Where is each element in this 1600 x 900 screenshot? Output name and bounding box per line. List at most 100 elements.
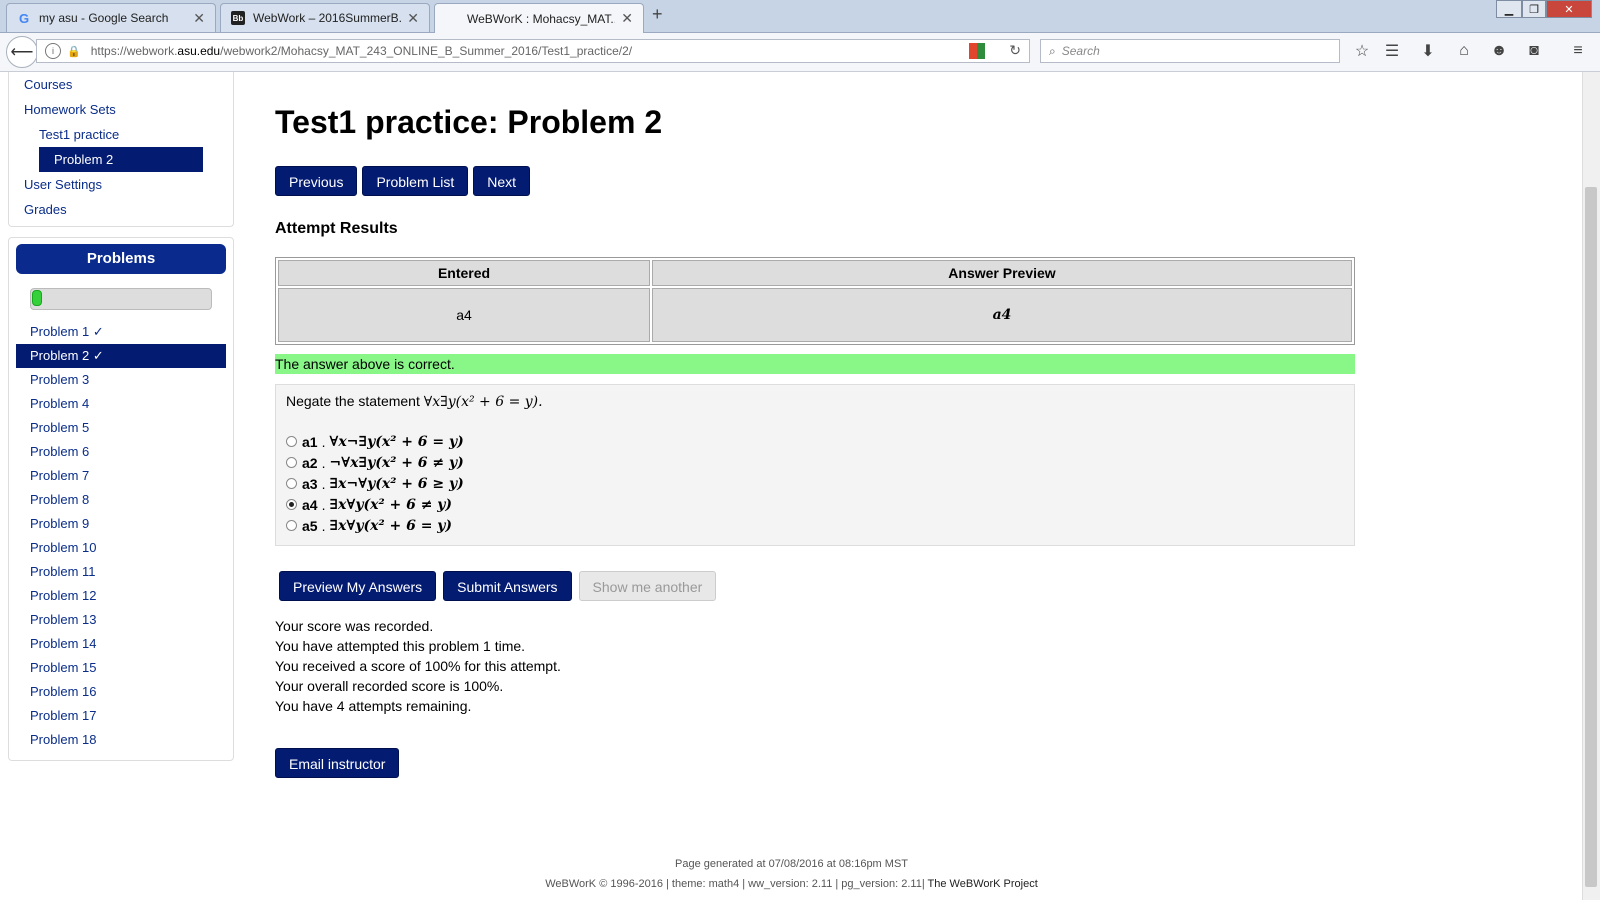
nav-set-test1-practice[interactable]: Test1 practice (9, 122, 233, 147)
show-me-another-button: Show me another (578, 571, 717, 601)
table-row: a4 a4 (278, 288, 1352, 342)
footer: Page generated at 07/08/2016 at 08:16pm … (0, 854, 1583, 894)
submit-answers-button[interactable]: Submit Answers (443, 571, 572, 601)
option-radio[interactable] (286, 478, 297, 489)
problem-list-item[interactable]: Problem 11 (16, 560, 226, 584)
problem-list-button[interactable]: Problem List (362, 166, 469, 196)
url-bar[interactable]: i 🔒 https://webwork.asu.edu/webwork2/Moh… (36, 39, 1030, 63)
problem-list-item[interactable]: Problem 9 (16, 512, 226, 536)
option-expression: ∃x∀y(x² + 6 = y) (329, 517, 453, 534)
problem-list-item[interactable]: Problem 13 (16, 608, 226, 632)
chat-icon[interactable]: ☻ (1489, 41, 1509, 61)
prompt-text: Negate the statement (286, 393, 420, 409)
vertical-scrollbar[interactable] (1582, 72, 1600, 900)
option-radio[interactable] (286, 457, 297, 468)
blackboard-icon: Bb (231, 11, 245, 25)
search-placeholder: Search (1061, 44, 1100, 58)
score-line: You received a score of 100% for this at… (275, 658, 561, 674)
problem-list-item[interactable]: Problem 12 (16, 584, 226, 608)
answer-preview-value: a4 (652, 288, 1352, 342)
problem-list-item[interactable]: Problem 4 (16, 392, 226, 416)
statement-math: ∀x∃y(x² + 6 = y). (423, 394, 543, 410)
option-label: a2 (302, 454, 318, 471)
nav-homework-sets[interactable]: Homework Sets (9, 97, 233, 122)
restore-icon[interactable]: ❐ (1522, 0, 1546, 18)
option-radio[interactable] (286, 436, 297, 447)
reading-list-icon[interactable]: ☰ (1382, 41, 1402, 61)
pocket-icon[interactable]: ◙ (1524, 41, 1544, 61)
column-header-entered: Entered (278, 260, 650, 286)
option-radio[interactable] (286, 520, 297, 531)
score-summary: Your score was recorded. You have attempt… (275, 616, 561, 716)
new-tab-icon[interactable]: + (652, 4, 663, 25)
nav-problem-2[interactable]: Problem 2 (39, 147, 203, 172)
scrollbar-thumb[interactable] (1585, 187, 1597, 887)
info-icon[interactable]: i (45, 43, 61, 59)
webwork-project-link[interactable]: The WeBWorK Project (928, 878, 1038, 890)
email-instructor-button[interactable]: Email instructor (275, 748, 400, 778)
problem-list-item[interactable]: Problem 18 (16, 728, 226, 752)
option-label: a4 (302, 496, 318, 513)
problem-list-item[interactable]: Problem 5 (16, 416, 226, 440)
score-line: You have attempted this problem 1 time. (275, 638, 526, 654)
answer-options: a1. ∀x¬∃y(x² + 6 = y) a2. ¬∀x∃y(x² + 6 ≠ … (286, 431, 1344, 536)
problem-list-item[interactable]: Problem 7 (16, 464, 226, 488)
tab-webwork-blackboard[interactable]: Bb WebWork – 2016SummerB... ✕ (220, 3, 430, 32)
lock-icon[interactable]: 🔒 (67, 45, 81, 58)
problem-list-item[interactable]: Problem 3 (16, 368, 226, 392)
close-tab-icon[interactable]: ✕ (193, 10, 205, 27)
option-label: a5 (302, 517, 318, 534)
problem-body: Negate the statement ∀x∃y(x² + 6 = y). a… (275, 384, 1355, 546)
next-button[interactable]: Next (473, 166, 531, 196)
previous-button[interactable]: Previous (275, 166, 358, 196)
option-label: a3 (302, 475, 318, 492)
problem-list-item[interactable]: Problem 8 (16, 488, 226, 512)
page-generated-text: Page generated at 07/08/2016 at 08:16pm … (675, 858, 908, 870)
search-input[interactable]: ⌕ Search (1040, 39, 1340, 63)
close-tab-icon[interactable]: ✕ (621, 10, 633, 27)
minimize-icon[interactable]: ▁ (1496, 0, 1522, 18)
answer-option[interactable]: a4. ∃x∀y(x² + 6 ≠ y) (286, 494, 1344, 515)
download-icon[interactable]: ⬇ (1418, 41, 1438, 61)
problem-list-item[interactable]: Problem 2 ✓ (16, 344, 226, 368)
answer-option[interactable]: a5. ∃x∀y(x² + 6 = y) (286, 515, 1344, 536)
option-label: a1 (302, 433, 318, 450)
problem-nav-buttons: Previous Problem List Next (275, 166, 531, 196)
bookmark-star-icon[interactable]: ☆ (1352, 41, 1372, 61)
preview-answers-button[interactable]: Preview My Answers (279, 571, 437, 601)
nav-courses[interactable]: Courses (9, 72, 233, 97)
extension-icon[interactable] (969, 43, 985, 59)
close-tab-icon[interactable]: ✕ (407, 10, 419, 27)
close-window-icon[interactable]: ✕ (1546, 0, 1592, 18)
problem-list-item[interactable]: Problem 14 (16, 632, 226, 656)
tab-google-search[interactable]: G my asu - Google Search ✕ (6, 3, 216, 32)
problem-list-item[interactable]: Problem 15 (16, 656, 226, 680)
home-icon[interactable]: ⌂ (1454, 41, 1474, 61)
answer-option[interactable]: a3. ∃x¬∀y(x² + 6 ≥ y) (286, 473, 1344, 494)
back-arrow-icon[interactable]: ⟵ (6, 36, 38, 68)
nav-user-settings[interactable]: User Settings (9, 172, 233, 197)
tab-title: WeBWorK : Mohacsy_MAT... (467, 11, 616, 26)
reload-icon[interactable]: ↻ (1009, 42, 1021, 59)
problem-list-item[interactable]: Problem 16 (16, 680, 226, 704)
problem-list-item[interactable]: Problem 10 (16, 536, 226, 560)
problem-list-item[interactable]: Problem 17 (16, 704, 226, 728)
nav-grades[interactable]: Grades (9, 197, 233, 222)
tab-title: WebWork – 2016SummerB... (253, 11, 402, 25)
answer-option[interactable]: a2. ¬∀x∃y(x² + 6 ≠ y) (286, 452, 1344, 473)
option-expression: ∀x¬∃y(x² + 6 = y) (329, 433, 464, 450)
question-prompt: Negate the statement ∀x∃y(x² + 6 = y). (286, 393, 1344, 415)
problem-list-item[interactable]: Problem 6 (16, 440, 226, 464)
navigation-toolbar: ⟵ i 🔒 https://webwork.asu.edu/webwork2/M… (0, 33, 1600, 72)
option-radio[interactable] (286, 499, 297, 510)
google-icon: G (18, 10, 30, 26)
answer-action-buttons: Preview My Answers Submit Answers Show m… (279, 571, 717, 601)
score-line: Your overall recorded score is 100%. (275, 678, 504, 694)
menu-icon[interactable]: ≡ (1568, 41, 1588, 61)
answer-option[interactable]: a1. ∀x¬∃y(x² + 6 = y) (286, 431, 1344, 452)
problems-heading: Problems (16, 244, 226, 274)
problem-list-item[interactable]: Problem 1 ✓ (16, 320, 226, 344)
tab-title: my asu - Google Search (39, 11, 169, 25)
version-info: WeBWorK © 1996-2016 | theme: math4 | ww_… (545, 878, 925, 890)
tab-webwork-active[interactable]: WeBWorK : Mohacsy_MAT... ✕ (434, 3, 644, 33)
